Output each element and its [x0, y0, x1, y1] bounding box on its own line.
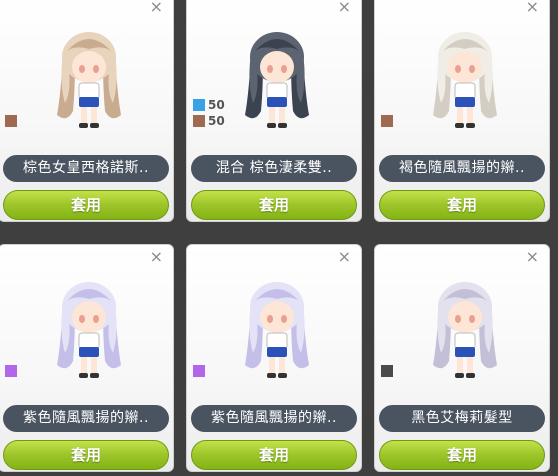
character-avatar — [57, 282, 121, 378]
hair-name-label: 棕色女皇西格諾斯.. — [3, 155, 169, 182]
apply-button[interactable]: 套用 — [379, 190, 545, 220]
hair-preset-card: × 黑色艾梅莉髮型 套用 — [374, 244, 550, 472]
mix-percent-label: 50 — [208, 114, 225, 128]
hair-name-label: 黑色艾梅莉髮型 — [379, 405, 545, 432]
color-swatch-row: 50 — [193, 113, 225, 129]
hair-preset-card: × 50 50 混合 棕色淒柔雙.. 套用 — [186, 0, 362, 222]
color-swatch-list: 50 50 — [193, 97, 225, 129]
mix-percent-label: 50 — [208, 98, 225, 112]
character-avatar — [245, 32, 309, 128]
apply-button[interactable]: 套用 — [3, 440, 169, 470]
color-swatch-list — [193, 363, 208, 379]
color-swatch-row — [193, 363, 208, 379]
close-icon[interactable]: × — [338, 0, 351, 15]
color-swatch-row — [5, 113, 20, 129]
color-swatch — [193, 115, 205, 127]
color-swatch — [5, 365, 17, 377]
apply-button[interactable]: 套用 — [379, 440, 545, 470]
close-icon[interactable]: × — [526, 0, 539, 15]
close-icon[interactable]: × — [338, 249, 351, 265]
color-swatch-list — [5, 363, 20, 379]
hair-preset-card: × 褐色隨風飄揚的辮.. 套用 — [374, 0, 550, 222]
color-swatch — [193, 99, 205, 111]
color-swatch — [193, 365, 205, 377]
hair-preset-card: × 紫色隨風飄揚的辮.. 套用 — [0, 244, 174, 472]
hair-name-label: 混合 棕色淒柔雙.. — [191, 155, 357, 182]
color-swatch — [381, 115, 393, 127]
character-avatar — [433, 282, 497, 378]
character-avatar — [245, 282, 309, 378]
hair-preset-card: × 棕色女皇西格諾斯.. 套用 — [0, 0, 174, 222]
apply-button[interactable]: 套用 — [191, 440, 357, 470]
color-swatch-row: 50 — [193, 97, 225, 113]
character-avatar — [57, 32, 121, 128]
color-swatch-list — [381, 113, 396, 129]
close-icon[interactable]: × — [150, 0, 163, 15]
color-swatch-list — [5, 113, 20, 129]
color-swatch-row — [381, 363, 396, 379]
close-icon[interactable]: × — [150, 249, 163, 265]
hair-preset-card: × 紫色隨風飄揚的辮.. 套用 — [186, 244, 362, 472]
color-swatch-list — [381, 363, 396, 379]
color-swatch — [381, 365, 393, 377]
close-icon[interactable]: × — [526, 249, 539, 265]
color-swatch-row — [381, 113, 396, 129]
apply-button[interactable]: 套用 — [3, 190, 169, 220]
color-swatch-row — [5, 363, 20, 379]
hair-name-label: 紫色隨風飄揚的辮.. — [3, 405, 169, 432]
color-swatch — [5, 115, 17, 127]
character-avatar — [433, 32, 497, 128]
hair-name-label: 褐色隨風飄揚的辮.. — [379, 155, 545, 182]
apply-button[interactable]: 套用 — [191, 190, 357, 220]
hair-name-label: 紫色隨風飄揚的辮.. — [191, 405, 357, 432]
